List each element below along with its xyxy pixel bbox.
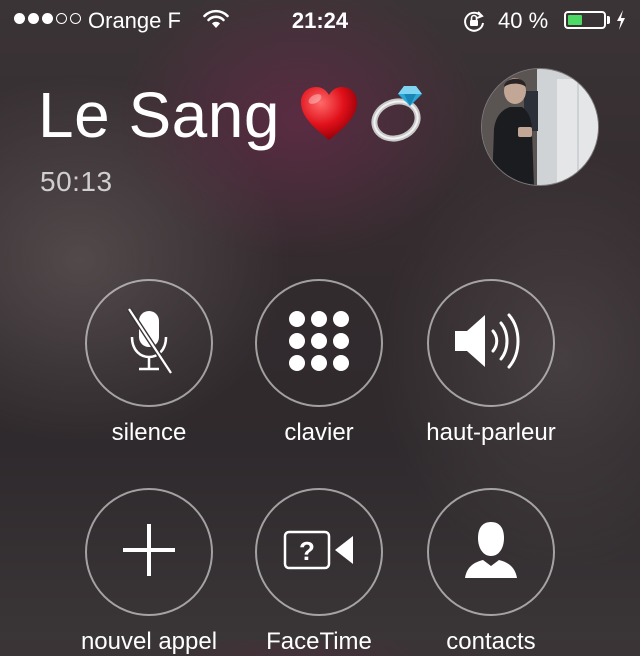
speaker-button[interactable] [427,279,555,407]
contacts-label: contacts [446,628,536,655]
caller-name: Le Sang [38,79,280,151]
mute-button[interactable] [85,279,213,407]
facetime-label: FaceTime [266,628,372,655]
add-call-button[interactable] [85,488,213,616]
contacts-button[interactable] [427,488,555,616]
battery-icon [564,11,606,29]
facetime-button[interactable]: ? [255,488,383,616]
charging-bolt-icon [615,9,627,36]
speaker-icon [451,309,531,378]
keypad-icon [287,309,351,378]
microphone-muted-icon [119,301,179,386]
heart-emoji-icon [299,86,359,147]
status-bar: Orange F 21:24 40 % [0,0,640,40]
keypad-label: clavier [284,419,354,446]
plus-icon [121,522,177,583]
orientation-lock-icon [462,9,486,38]
ring-emoji-icon [368,82,428,149]
call-duration: 50:13 [40,166,113,197]
speaker-label: haut-parleur [426,419,556,446]
facetime-icon: ? [283,530,355,575]
battery-level [568,15,582,25]
contact-photo [481,68,599,186]
svg-text:?: ? [299,536,315,566]
keypad-button[interactable] [255,279,383,407]
battery-percentage: 40 % [498,8,549,33]
battery-nub [607,16,610,24]
contact-icon [463,520,519,585]
